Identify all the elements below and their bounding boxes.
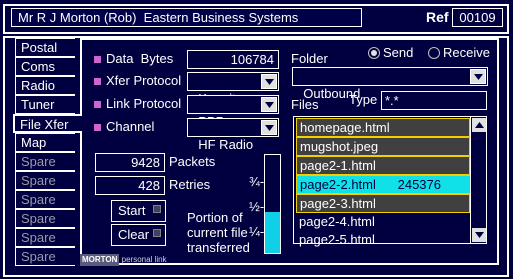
channel-value: HF Radio [198,137,254,152]
tick-quarter: ¼- [249,224,265,239]
tab-spare-6[interactable]: Spare [15,247,75,266]
transfer-progress-bar [264,154,281,254]
receive-radio[interactable] [428,47,440,59]
folder-select[interactable]: Outbound [292,67,488,101]
file-item[interactable]: page2-4.html [296,213,470,232]
packets-label: Packets [169,154,216,169]
file-item[interactable]: mugshot.jpeg [296,137,470,156]
tab-spare-1[interactable]: Spare [15,152,75,171]
clear-indicator-icon [153,229,161,237]
tick-half: ½- [249,199,265,214]
tab-file-xfer[interactable]: File Xfer [13,114,82,133]
chevron-down-icon[interactable] [470,69,486,84]
tab-radio[interactable]: Radio [15,76,75,95]
files-label: Files [291,97,319,112]
link-protocol-select[interactable]: PPP [187,95,279,129]
file-name: page2-2.html [300,177,376,192]
file-type-input[interactable]: *.* [381,91,487,110]
tab-coms[interactable]: Coms [15,57,75,76]
file-name: page2-5.html [299,232,375,247]
scroll-up-icon[interactable] [472,118,486,132]
ref-label: Ref [426,9,449,25]
chevron-down-icon[interactable] [261,97,277,112]
tab-spare-2[interactable]: Spare [15,171,75,190]
chevron-down-icon[interactable] [261,74,277,89]
folder-label: Folder [291,51,328,66]
link-protocol-bullet-icon [94,101,101,108]
transfer-progress-fill [265,211,280,253]
channel-bullet-icon [94,124,101,131]
start-button-label: Start [118,203,146,218]
channel-select[interactable]: HF Radio [187,118,279,152]
file-item[interactable]: page2-1.html [296,156,470,175]
file-item[interactable]: page2-3.html [296,194,470,213]
morton-logo: MORTON [80,254,120,266]
receive-label: Receive [443,45,490,60]
ref-field: 00109 [452,8,503,27]
send-radio[interactable] [368,47,380,59]
file-list[interactable]: homepage.html mugshot.jpeg page2-1.html … [293,116,487,247]
tab-postal[interactable]: Postal [15,38,75,57]
start-indicator-icon [153,205,161,213]
xfer-protocol-label: Xfer Protocol [106,73,182,88]
clear-button[interactable]: Clear [111,224,166,246]
tab-spare-4[interactable]: Spare [15,209,75,228]
clear-button-label: Clear [118,227,150,242]
tab-map[interactable]: Map [15,133,75,152]
data-bullet-icon [94,56,101,63]
tab-tuner[interactable]: Tuner [15,95,75,114]
file-item-selected[interactable]: page2-2.html 245376 [296,175,472,194]
progress-caption-1: Portion of [187,210,243,225]
user-name-field: Mr R J Morton (Rob) Eastern Business Sys… [11,8,362,27]
file-name: page2-3.html [300,196,376,211]
tick-three-quarter: ¾- [249,174,265,189]
tab-spare-3[interactable]: Spare [15,190,75,209]
link-protocol-label: Link Protocol [106,96,182,111]
brand-tagline: personal link [121,255,167,264]
file-list-scrollbar[interactable] [470,117,486,243]
data-bytes-field: 106784 [187,50,279,69]
scroll-down-icon[interactable] [472,228,486,242]
tab-spare-5[interactable]: Spare [15,228,75,247]
start-button[interactable]: Start [111,200,166,222]
packets-field: 9428 [95,153,165,172]
xfer-protocol-select[interactable]: Kermit [187,72,279,106]
progress-caption-2: current file [187,225,248,240]
chevron-down-icon[interactable] [261,120,277,135]
file-size: 245376 [397,177,441,192]
retries-label: Retries [169,177,211,192]
file-name: mugshot.jpeg [300,139,379,154]
file-item[interactable]: page2-5.html [296,231,470,250]
branding: MORTON personal link [80,254,184,266]
retries-field: 428 [95,176,165,195]
channel-label: Channel [106,119,155,134]
file-name: homepage.html [300,120,390,135]
send-label: Send [383,45,414,60]
progress-caption-3: transferred [187,240,250,255]
file-name: page2-1.html [300,158,376,173]
type-label: Type [349,92,378,107]
file-item[interactable]: homepage.html [296,118,470,137]
xfer-protocol-bullet-icon [94,78,101,85]
data-bytes-label: Data Bytes [106,51,174,66]
file-name: page2-4.html [299,214,375,229]
